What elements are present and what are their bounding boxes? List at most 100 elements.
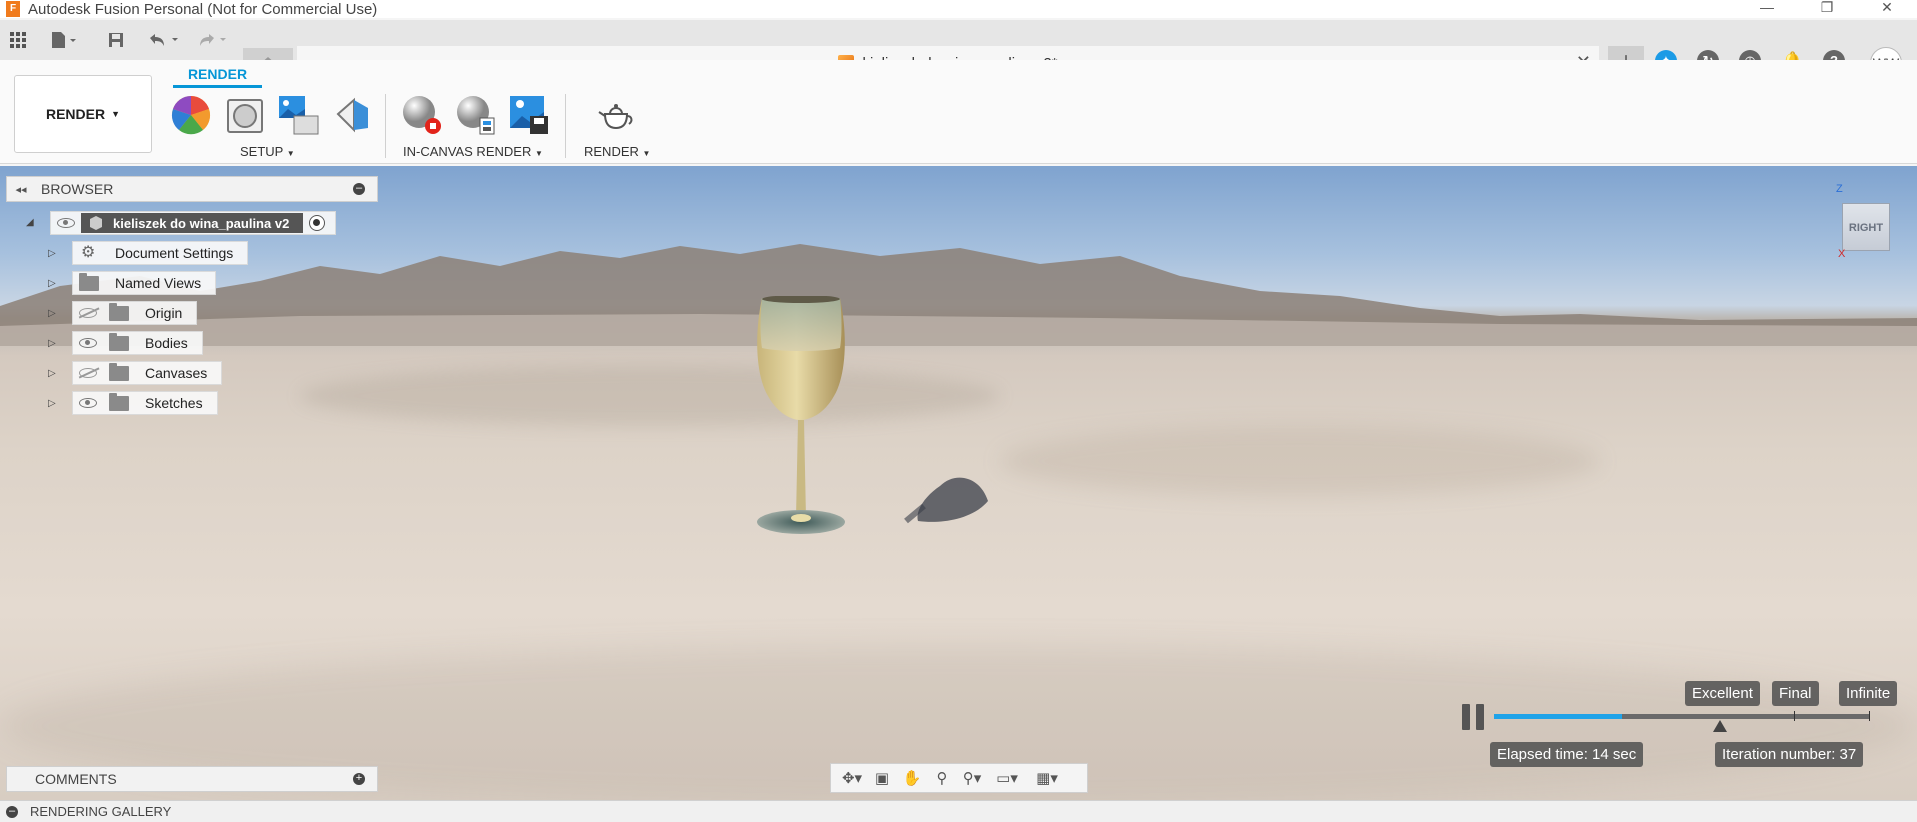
visibility-eye-icon[interactable] xyxy=(79,338,97,348)
quality-marker[interactable] xyxy=(1713,720,1727,732)
root-component[interactable]: kieliszek do wina_paulina v2 xyxy=(81,213,304,233)
setup-group-label[interactable]: SETUP ▼ xyxy=(240,144,295,159)
window-title: Autodesk Fusion Personal (Not for Commer… xyxy=(28,0,378,18)
grid-settings-icon[interactable]: ▦▾ xyxy=(1027,769,1067,787)
render-teapot-icon[interactable] xyxy=(596,94,638,136)
view-cube-face-label: RIGHT xyxy=(1848,222,1884,234)
activate-component-radio[interactable] xyxy=(309,215,326,231)
final-tick xyxy=(1794,711,1795,721)
document-settings-node: ⚙ Document Settings xyxy=(72,241,249,265)
pause-render-button[interactable] xyxy=(1462,704,1484,730)
pan-hand-icon[interactable]: ✋ xyxy=(897,769,927,787)
x-axis-label: X xyxy=(1838,248,1846,260)
file-menu-icon[interactable] xyxy=(50,28,78,52)
chevron-down-icon: ▼ xyxy=(642,149,651,158)
decal-icon[interactable] xyxy=(332,94,374,136)
collapsed-caret-icon[interactable]: ▷ xyxy=(48,278,72,289)
quality-final-label[interactable]: Final xyxy=(1772,681,1819,706)
folder-icon xyxy=(109,362,129,381)
folder-icon xyxy=(109,392,129,411)
scene-settings-icon[interactable] xyxy=(170,94,212,136)
visibility-eye-icon[interactable] xyxy=(57,218,75,228)
folder-icon xyxy=(109,332,129,351)
workspace-label: RENDER xyxy=(45,106,106,122)
sketches-node: Sketches xyxy=(72,391,218,415)
minimize-button[interactable]: — xyxy=(1737,0,1797,18)
tree-item-canvases[interactable]: ▷ Canvases xyxy=(48,361,223,385)
elapsed-time-label: Elapsed time: 14 sec xyxy=(1490,742,1644,767)
tree-item-origin[interactable]: ▷ Origin xyxy=(48,301,198,325)
sketches-label: Sketches xyxy=(145,395,203,411)
quality-infinite-label[interactable]: Infinite xyxy=(1839,681,1898,706)
folder-icon xyxy=(79,272,99,291)
close-window-button[interactable]: ✕ xyxy=(1857,0,1917,18)
setup-label: SETUP xyxy=(240,144,284,159)
bodies-label: Bodies xyxy=(145,335,188,351)
toolbar-separator xyxy=(385,94,386,158)
tree-item-document-settings[interactable]: ▷ ⚙ Document Settings xyxy=(48,241,249,265)
collapse-browser-icon[interactable]: ◂◂ xyxy=(11,183,31,196)
canvases-node: Canvases xyxy=(72,361,223,385)
bodies-node: Bodies xyxy=(72,331,203,355)
folder-icon xyxy=(109,302,129,321)
app-grid-icon[interactable] xyxy=(10,28,26,52)
render-progress-track[interactable] xyxy=(1494,714,1870,719)
toolbar-separator xyxy=(565,94,566,158)
render-progress-fill xyxy=(1494,714,1622,719)
collapsed-caret-icon[interactable]: ▷ xyxy=(48,338,72,349)
render-group-label[interactable]: RENDER ▼ xyxy=(584,144,650,159)
zoom-icon[interactable]: ⚲ xyxy=(927,769,957,787)
z-axis-label: Z xyxy=(1836,183,1843,195)
workspace-switcher-button[interactable]: RENDER ▼ xyxy=(14,75,152,153)
zoom-window-icon[interactable]: ⚲▾ xyxy=(957,769,987,787)
minimize-browser-icon[interactable]: – xyxy=(353,183,365,195)
hidden-eye-icon[interactable] xyxy=(79,308,97,318)
capture-image-icon[interactable] xyxy=(508,94,550,136)
hidden-eye-icon[interactable] xyxy=(79,368,97,378)
quality-excellent-label[interactable]: Excellent xyxy=(1685,681,1760,706)
root-component-label: kieliszek do wina_paulina v2 xyxy=(113,215,290,231)
title-bar: F Autodesk Fusion Personal (Not for Comm… xyxy=(0,0,1917,18)
root-node: kieliszek do wina_paulina v2 xyxy=(50,211,337,235)
browser-root-row[interactable]: ◢ kieliszek do wina_paulina v2 xyxy=(26,211,337,235)
save-icon[interactable] xyxy=(108,28,124,52)
tab-render[interactable]: RENDER xyxy=(173,66,262,88)
view-cube[interactable]: RIGHT xyxy=(1842,203,1890,251)
tree-item-named-views[interactable]: ▷ Named Views xyxy=(48,271,217,295)
chevron-down-icon: ▼ xyxy=(111,109,121,119)
orbit-icon[interactable]: ✥▾ xyxy=(837,769,867,787)
document-settings-label: Document Settings xyxy=(115,245,234,261)
in-canvas-render-icon[interactable] xyxy=(400,94,442,136)
collapsed-caret-icon[interactable]: ▷ xyxy=(48,248,72,259)
visibility-eye-icon[interactable] xyxy=(79,398,97,408)
rendering-gallery-bar[interactable]: – RENDERING GALLERY xyxy=(0,800,1917,822)
appearance-icon[interactable] xyxy=(224,94,266,136)
environment-library-icon[interactable] xyxy=(278,94,320,136)
origin-label: Origin xyxy=(145,305,183,321)
collapsed-caret-icon[interactable]: ▷ xyxy=(48,368,72,379)
component-icon xyxy=(90,216,102,230)
collapsed-caret-icon[interactable]: ▷ xyxy=(48,308,72,319)
add-comment-icon[interactable]: + xyxy=(353,773,365,785)
in-canvas-render-settings-icon[interactable] xyxy=(454,94,496,136)
named-views-node: Named Views xyxy=(72,271,217,295)
expanded-caret-icon[interactable]: ◢ xyxy=(26,217,50,229)
tree-item-sketches[interactable]: ▷ Sketches xyxy=(48,391,218,415)
ribbon-toolbar: RENDER ▼ RENDER SETUP ▼ IN-CANVAS RENDER… xyxy=(0,60,1917,164)
collapse-gallery-icon[interactable]: – xyxy=(6,805,18,818)
display-settings-icon[interactable]: ▭▾ xyxy=(987,769,1027,787)
restore-button[interactable]: ❐ xyxy=(1797,0,1857,18)
undo-icon[interactable] xyxy=(148,28,184,52)
wine-glass-model[interactable] xyxy=(740,296,1000,556)
browser-header[interactable]: ◂◂ BROWSER – xyxy=(6,176,378,202)
look-at-icon[interactable]: ▣ xyxy=(867,769,897,787)
render-viewport[interactable] xyxy=(0,166,1917,800)
gear-icon: ⚙ xyxy=(81,244,96,261)
comments-panel[interactable]: COMMENTS + xyxy=(6,766,378,792)
browser-title: BROWSER xyxy=(41,181,114,197)
tree-item-bodies[interactable]: ▷ Bodies xyxy=(48,331,203,355)
in-canvas-render-group-label[interactable]: IN-CANVAS RENDER ▼ xyxy=(403,144,543,159)
redo-icon[interactable] xyxy=(196,28,232,52)
collapsed-caret-icon[interactable]: ▷ xyxy=(48,398,72,409)
chevron-down-icon: ▼ xyxy=(534,149,543,158)
